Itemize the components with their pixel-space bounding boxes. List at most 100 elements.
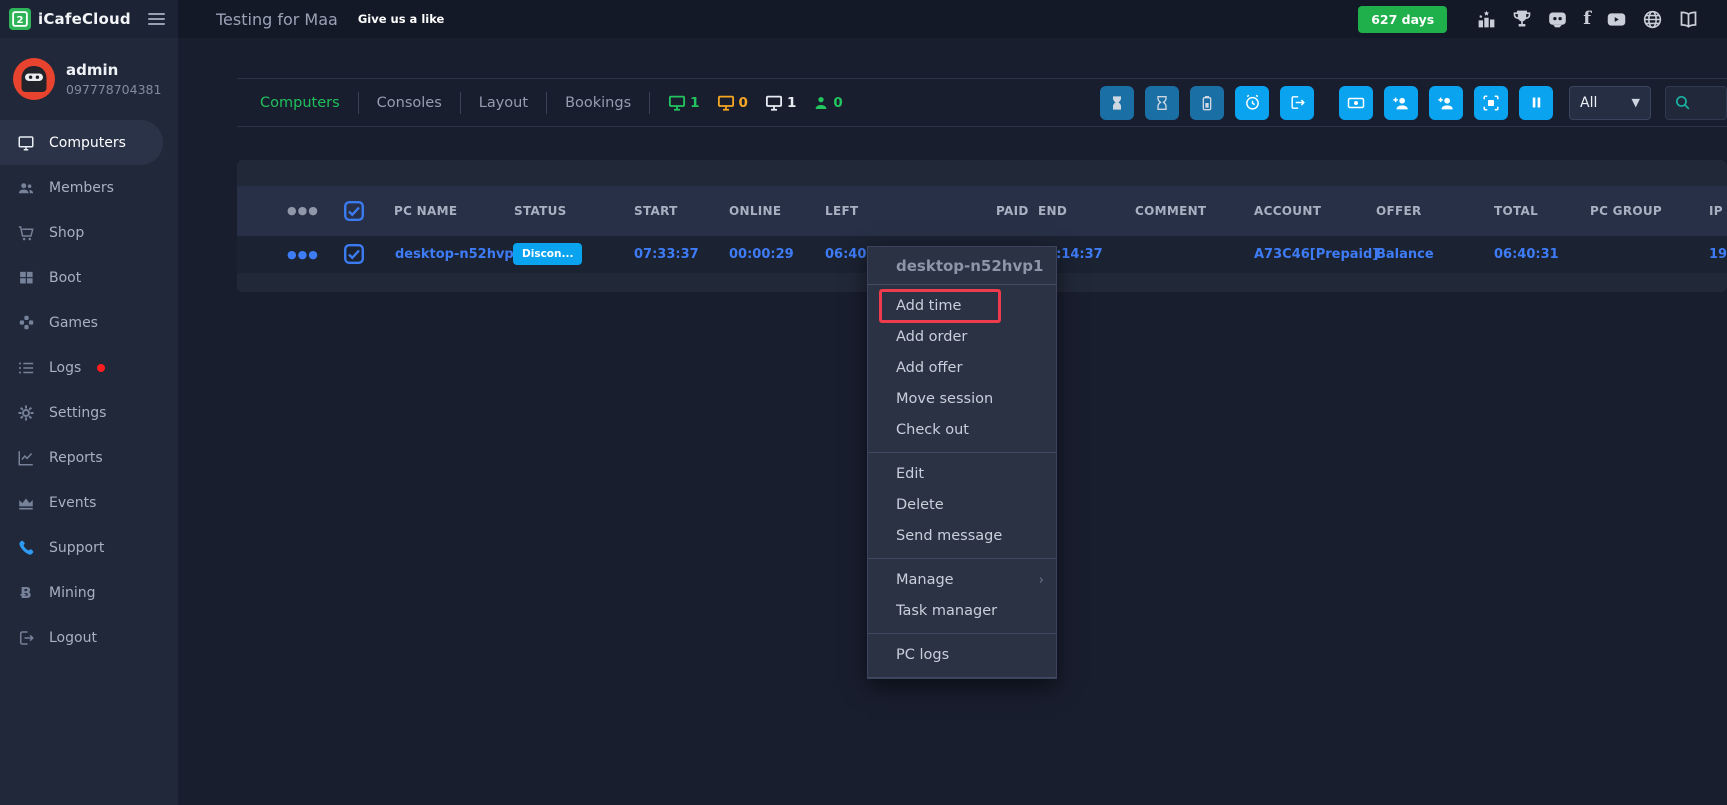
column-header-offer[interactable]: OFFER bbox=[1376, 186, 1422, 236]
sidebar-item-settings[interactable]: Settings bbox=[0, 390, 178, 435]
search-input[interactable] bbox=[1665, 86, 1727, 120]
menu-item-check-out[interactable]: Check out bbox=[868, 415, 1056, 446]
menu-item-add-time[interactable]: Add time bbox=[868, 291, 1056, 322]
menu-item-add-offer[interactable]: Add offer bbox=[868, 353, 1056, 384]
view-tabs: Computers Consoles Layout Bookings bbox=[242, 92, 650, 114]
column-header-pc-group[interactable]: PC GROUP bbox=[1590, 186, 1662, 236]
sidebar-item-logout[interactable]: Logout bbox=[0, 615, 178, 660]
row-checkbox[interactable] bbox=[344, 244, 364, 264]
search-icon bbox=[1674, 94, 1691, 111]
sidebar-item-boot[interactable]: Boot bbox=[0, 255, 178, 300]
battery-icon[interactable] bbox=[1190, 86, 1224, 120]
row-options-icon[interactable]: ●●● bbox=[287, 236, 319, 273]
cell-account[interactable]: A73C46[Prepaid] bbox=[1254, 236, 1378, 273]
brand-name: iCafeCloud bbox=[38, 10, 131, 28]
column-header-comment[interactable]: COMMENT bbox=[1135, 186, 1206, 236]
tab-bookings[interactable]: Bookings bbox=[547, 92, 650, 114]
sidebar-item-members[interactable]: Members bbox=[0, 165, 178, 210]
offline-pcs-counter: 1 bbox=[765, 94, 796, 112]
avatar bbox=[13, 58, 55, 100]
sign-out-icon[interactable] bbox=[1280, 86, 1314, 120]
column-header-account[interactable]: ACCOUNT bbox=[1254, 186, 1321, 236]
tab-layout[interactable]: Layout bbox=[461, 92, 547, 114]
trophy-icon[interactable] bbox=[1512, 9, 1532, 29]
column-options-icon[interactable]: ●●● bbox=[287, 186, 319, 236]
days-remaining-badge[interactable]: 627 days bbox=[1358, 6, 1447, 33]
column-header-online[interactable]: ONLINE bbox=[729, 186, 781, 236]
cell-total: 06:40:31 bbox=[1494, 236, 1559, 273]
context-menu-group: PC logs bbox=[868, 634, 1056, 678]
topbar: 2 iCafeCloud Testing for Maa Give us a l… bbox=[0, 0, 1727, 38]
facebook-icon[interactable]: f bbox=[1583, 9, 1591, 29]
sidebar-item-mining[interactable]: Ƀ Mining bbox=[0, 570, 178, 615]
menu-item-pc-logs[interactable]: PC logs bbox=[868, 640, 1056, 671]
menu-item-send-message[interactable]: Send message bbox=[868, 521, 1056, 552]
alarm-clock-icon[interactable] bbox=[1235, 86, 1269, 120]
menu-item-add-order[interactable]: Add order bbox=[868, 322, 1056, 353]
column-header-end[interactable]: END bbox=[1038, 186, 1067, 236]
notification-dot bbox=[97, 364, 105, 372]
menu-item-edit[interactable]: Edit bbox=[868, 459, 1056, 490]
context-menu-group: Manage › Task manager bbox=[868, 559, 1056, 634]
monitor-icon bbox=[717, 94, 735, 112]
select-all-checkbox[interactable] bbox=[344, 201, 364, 221]
youtube-icon[interactable] bbox=[1606, 9, 1627, 30]
menu-item-move-session[interactable]: Move session bbox=[868, 384, 1056, 415]
status-badge: Discon... bbox=[513, 243, 582, 265]
monitor-icon bbox=[765, 94, 783, 112]
user-profile[interactable]: admin 097778704381 bbox=[0, 38, 178, 120]
page-title: Testing for Maa bbox=[216, 10, 338, 29]
sidebar-item-logs[interactable]: Logs bbox=[0, 345, 178, 390]
svg-text:2: 2 bbox=[16, 15, 23, 26]
menu-item-task-manager[interactable]: Task manager bbox=[868, 596, 1056, 627]
column-header-status[interactable]: STATUS bbox=[514, 186, 567, 236]
sidebar-item-label: Games bbox=[49, 315, 98, 331]
cell-start: 07:33:37 bbox=[634, 236, 699, 273]
pc-context-menu: desktop-n52hvp1 Add time Add order Add o… bbox=[867, 246, 1057, 679]
hourglass-filled-icon[interactable] bbox=[1100, 86, 1134, 120]
hourglass-outline-icon[interactable] bbox=[1145, 86, 1179, 120]
give-us-a-like-link[interactable]: Give us a like bbox=[358, 12, 445, 26]
menu-item-manage[interactable]: Manage › bbox=[868, 565, 1056, 596]
hamburger-menu-icon[interactable] bbox=[148, 10, 165, 28]
status-counters: 1 0 1 0 bbox=[668, 94, 843, 112]
docs-book-icon[interactable] bbox=[1678, 9, 1699, 30]
menu-item-delete[interactable]: Delete bbox=[868, 490, 1056, 521]
ranking-icon[interactable] bbox=[1476, 9, 1497, 30]
brand-area: 2 iCafeCloud bbox=[0, 0, 178, 38]
sidebar-item-support[interactable]: Support bbox=[0, 525, 178, 570]
sidebar-item-games[interactable]: Games bbox=[0, 300, 178, 345]
gear-icon bbox=[17, 404, 35, 422]
column-header-left[interactable]: LEFT bbox=[825, 186, 858, 236]
column-header-ip[interactable]: IP A bbox=[1709, 186, 1727, 236]
context-menu-group: Add time Add order Add offer Move sessio… bbox=[868, 285, 1056, 453]
person-add-icon[interactable] bbox=[1384, 86, 1418, 120]
person-add-icon[interactable] bbox=[1429, 86, 1463, 120]
tab-computers[interactable]: Computers bbox=[242, 92, 359, 114]
sidebar-item-label: Logs bbox=[49, 360, 81, 376]
sidebar-item-computers[interactable]: Computers bbox=[0, 120, 163, 165]
sidebar-item-label: Events bbox=[49, 495, 96, 511]
column-header-paid[interactable]: PAID bbox=[996, 186, 1029, 236]
column-header-pc-name[interactable]: PC NAME bbox=[394, 186, 457, 236]
column-header-total[interactable]: TOTAL bbox=[1494, 186, 1538, 236]
sidebar-item-reports[interactable]: Reports bbox=[0, 435, 178, 480]
cash-icon[interactable] bbox=[1339, 86, 1373, 120]
sidebar-item-label: Boot bbox=[49, 270, 81, 286]
discord-icon[interactable] bbox=[1547, 9, 1568, 30]
icafecloud-logo-icon: 2 bbox=[9, 8, 31, 30]
sidebar-item-events[interactable]: Events bbox=[0, 480, 178, 525]
group-filter-select[interactable]: All ▼ bbox=[1569, 86, 1651, 120]
sidebar-item-shop[interactable]: Shop bbox=[0, 210, 178, 255]
toolbar-actions: All ▼ bbox=[1100, 86, 1727, 120]
tab-consoles[interactable]: Consoles bbox=[359, 92, 461, 114]
pause-icon[interactable] bbox=[1519, 86, 1553, 120]
sidebar-item-label: Shop bbox=[49, 225, 84, 241]
column-header-start[interactable]: START bbox=[634, 186, 678, 236]
remote-screen-icon[interactable] bbox=[1474, 86, 1508, 120]
globe-icon[interactable] bbox=[1642, 9, 1663, 30]
users-icon bbox=[17, 179, 35, 197]
list-icon bbox=[17, 359, 35, 377]
cell-pc-name[interactable]: desktop-n52hvp1 bbox=[395, 236, 523, 273]
bitcoin-icon: Ƀ bbox=[17, 584, 35, 602]
